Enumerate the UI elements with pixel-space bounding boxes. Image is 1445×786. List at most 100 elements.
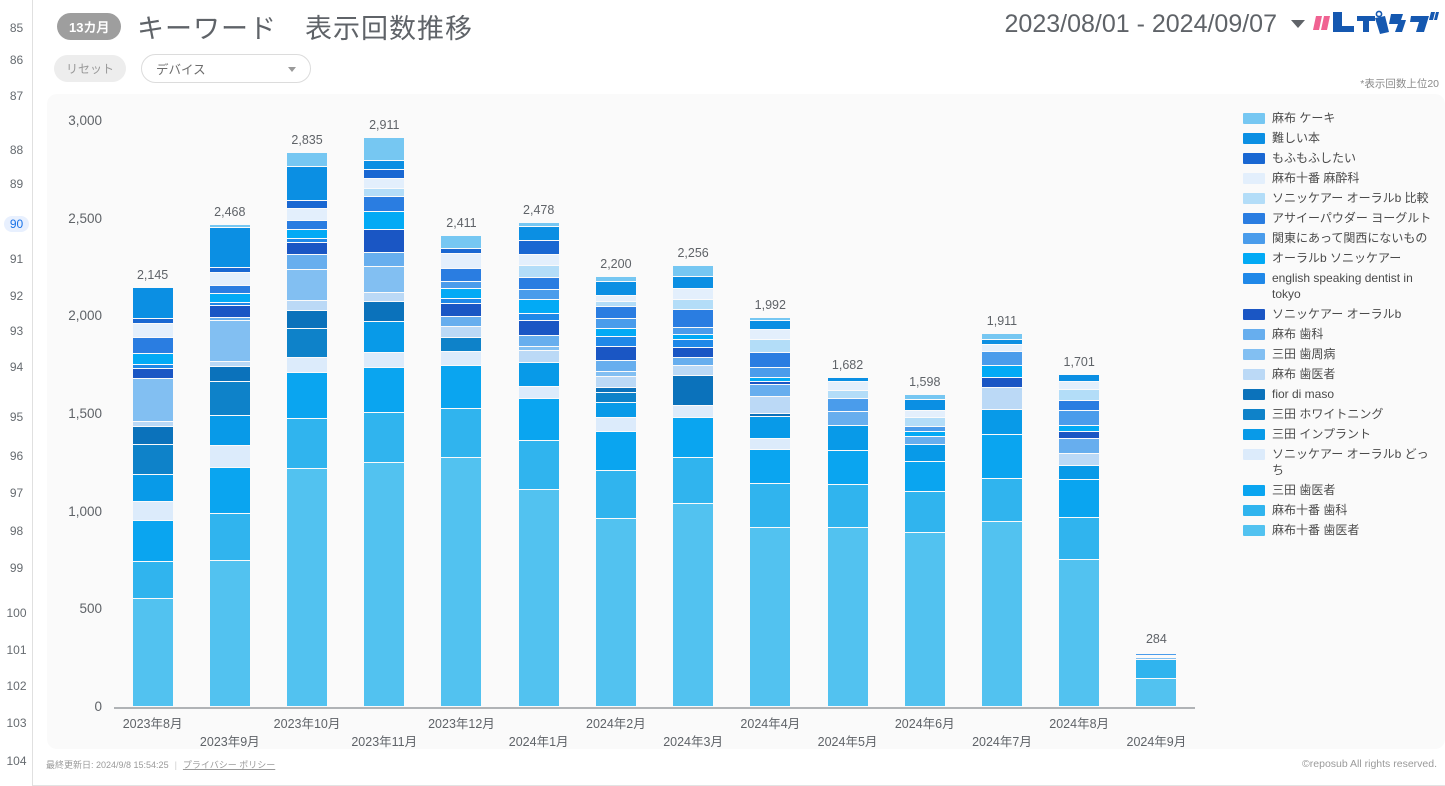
legend-item[interactable]: fior di maso <box>1243 386 1443 402</box>
bar-segment[interactable] <box>673 309 714 328</box>
bar-column[interactable] <box>827 378 868 707</box>
row-number-102[interactable]: 102 <box>0 678 33 694</box>
row-number-93[interactable]: 93 <box>0 323 33 339</box>
bar-segment[interactable] <box>673 299 714 310</box>
bar-segment[interactable] <box>1059 438 1100 454</box>
bar-segment[interactable] <box>209 514 250 562</box>
bar-segment[interactable] <box>1059 479 1100 519</box>
legend-item[interactable]: 麻布 歯科 <box>1243 326 1443 342</box>
bar-segment[interactable] <box>981 378 1022 388</box>
bar-segment[interactable] <box>595 377 636 388</box>
bar-segment[interactable] <box>981 522 1022 707</box>
bar-segment[interactable] <box>364 253 405 268</box>
row-number-92[interactable]: 92 <box>0 288 33 304</box>
legend-item[interactable]: ソニッケアー オーラルb どっち <box>1243 446 1443 478</box>
bar-segment[interactable] <box>364 353 405 368</box>
bar-segment[interactable] <box>441 457 482 707</box>
bar-column[interactable] <box>904 394 945 707</box>
bar-segment[interactable] <box>673 289 714 300</box>
bar-segment[interactable] <box>287 372 328 420</box>
bar-segment[interactable] <box>518 265 559 278</box>
bar-segment[interactable] <box>595 328 636 337</box>
bar-segment[interactable] <box>595 281 636 296</box>
bar-segment[interactable] <box>364 230 405 254</box>
bar-segment[interactable] <box>364 170 405 180</box>
bar-segment[interactable] <box>750 449 791 484</box>
bar-segment[interactable] <box>364 189 405 197</box>
bar-segment[interactable] <box>981 478 1022 523</box>
bar-segment[interactable] <box>750 416 791 439</box>
bar-segment[interactable] <box>1059 466 1100 480</box>
bar-segment[interactable] <box>441 365 482 409</box>
bar-segment[interactable] <box>364 138 405 162</box>
row-number-98[interactable]: 98 <box>0 523 33 539</box>
legend-item[interactable]: 難しい本 <box>1243 130 1443 146</box>
bar-segment[interactable] <box>364 412 405 464</box>
bar-segment[interactable] <box>673 417 714 459</box>
row-number-103[interactable]: 103 <box>0 715 33 731</box>
bar-segment[interactable] <box>132 368 173 379</box>
bar-segment[interactable] <box>827 451 868 486</box>
bar-segment[interactable] <box>518 441 559 490</box>
bar-segment[interactable] <box>673 348 714 358</box>
bar-segment[interactable] <box>287 270 328 301</box>
row-number-86[interactable]: 86 <box>0 52 33 68</box>
bar-segment[interactable] <box>287 166 328 201</box>
privacy-policy-link[interactable]: プライバシー ポリシー <box>183 758 275 771</box>
bar-segment[interactable] <box>287 208 328 221</box>
row-number-87[interactable]: 87 <box>0 88 33 104</box>
bar-segment[interactable] <box>132 337 173 355</box>
bar-segment[interactable] <box>673 376 714 406</box>
bar-segment[interactable] <box>441 282 482 289</box>
bar-segment[interactable] <box>209 285 250 294</box>
bar-column[interactable] <box>750 317 791 707</box>
legend-item[interactable]: 関東にあって関西にないもの <box>1243 230 1443 246</box>
bar-segment[interactable] <box>750 483 791 528</box>
bar-column[interactable] <box>441 236 482 707</box>
date-range-display[interactable]: 2023/08/01 - 2024/09/07 <box>1005 10 1277 39</box>
bar-segment[interactable] <box>904 410 945 419</box>
bar-segment[interactable] <box>132 599 173 707</box>
bar-segment[interactable] <box>904 418 945 428</box>
legend-item[interactable]: 三田 インプラント <box>1243 426 1443 442</box>
legend-item[interactable]: もふもふしたい <box>1243 150 1443 166</box>
bar-column[interactable] <box>209 224 250 707</box>
bar-segment[interactable] <box>287 243 328 256</box>
bar-segment[interactable] <box>1136 678 1177 707</box>
bar-segment[interactable] <box>595 431 636 472</box>
bar-segment[interactable] <box>750 321 791 331</box>
legend-item[interactable]: ソニッケアー オーラルb 比較 <box>1243 190 1443 206</box>
bar-segment[interactable] <box>287 229 328 239</box>
bar-segment[interactable] <box>364 292 405 303</box>
legend-item[interactable]: アサイーパウダー ヨーグルト <box>1243 210 1443 226</box>
row-number-104[interactable]: 104 <box>0 753 33 769</box>
bar-segment[interactable] <box>209 367 250 382</box>
bar-segment[interactable] <box>518 240 559 255</box>
bar-segment[interactable] <box>441 268 482 283</box>
bar-segment[interactable] <box>750 367 791 378</box>
bar-segment[interactable] <box>595 402 636 419</box>
bar-segment[interactable] <box>827 412 868 427</box>
bar-column[interactable] <box>287 153 328 707</box>
bar-segment[interactable] <box>441 304 482 317</box>
bar-segment[interactable] <box>595 518 636 707</box>
row-number-97[interactable]: 97 <box>0 485 33 501</box>
legend-item[interactable]: 三田 歯周病 <box>1243 346 1443 362</box>
bar-segment[interactable] <box>981 351 1022 366</box>
bar-segment[interactable] <box>595 336 636 348</box>
bar-segment[interactable] <box>287 329 328 358</box>
bar-segment[interactable] <box>132 288 173 319</box>
bar-segment[interactable] <box>364 463 405 707</box>
bar-segment[interactable] <box>364 322 405 354</box>
bar-segment[interactable] <box>1136 659 1177 679</box>
bar-segment[interactable] <box>750 385 791 398</box>
legend-item[interactable]: english speaking dentist in tokyo <box>1243 270 1443 302</box>
bar-segment[interactable] <box>673 366 714 377</box>
bar-segment[interactable] <box>364 267 405 293</box>
bar-segment[interactable] <box>904 461 945 492</box>
bar-segment[interactable] <box>364 211 405 231</box>
bar-segment[interactable] <box>209 320 250 362</box>
bar-segment[interactable] <box>364 367 405 413</box>
bar-segment[interactable] <box>132 444 173 475</box>
bar-segment[interactable] <box>518 351 559 364</box>
